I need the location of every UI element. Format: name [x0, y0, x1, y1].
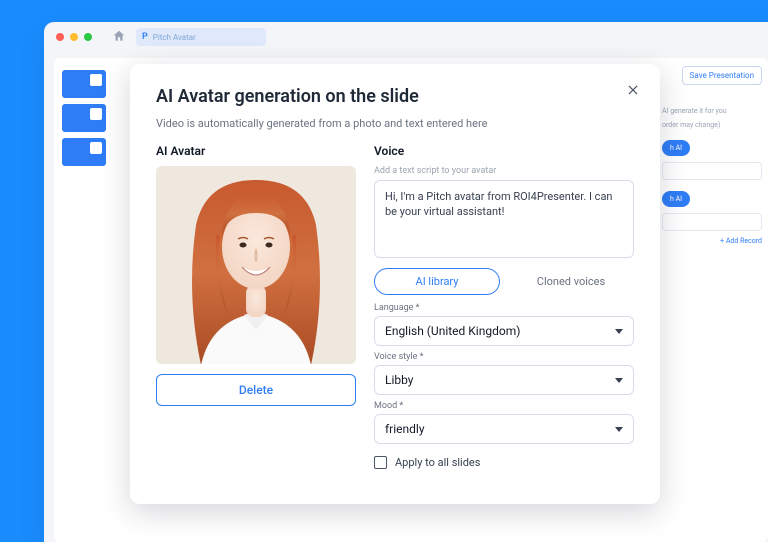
mood-select[interactable]: friendly — [374, 414, 634, 444]
panel-hint: order may change) — [662, 121, 762, 129]
traffic-light-minimize[interactable] — [70, 33, 78, 41]
slide-thumb[interactable] — [62, 70, 106, 98]
panel-slot — [662, 162, 762, 180]
voice-section-label: Voice — [374, 144, 634, 158]
traffic-light-close[interactable] — [56, 33, 64, 41]
slide-thumb[interactable] — [62, 138, 106, 166]
voice-style-label: Voice style * — [374, 352, 634, 362]
app-logo-icon: P — [142, 32, 148, 42]
language-value: English (United Kingdom) — [385, 324, 520, 338]
app-name: Pitch Avatar — [153, 33, 196, 42]
titlebar: P Pitch Avatar — [44, 22, 768, 52]
modal-title: AI Avatar generation on the slide — [156, 86, 634, 107]
chevron-down-icon — [615, 427, 623, 432]
avatar-section-label: AI Avatar — [156, 144, 356, 158]
chevron-down-icon — [615, 329, 623, 334]
delete-avatar-button[interactable]: Delete — [156, 374, 356, 406]
language-select[interactable]: English (United Kingdom) — [374, 316, 634, 346]
ai-action-button[interactable]: h AI — [662, 191, 690, 207]
url-bar[interactable]: P Pitch Avatar — [136, 28, 266, 46]
slide-thumbnails — [62, 70, 120, 172]
script-hint: Add a text script to your avatar — [374, 166, 634, 176]
voice-style-select[interactable]: Libby — [374, 365, 634, 395]
script-textarea[interactable]: Hi, I'm a Pitch avatar from ROI4Presente… — [374, 180, 634, 258]
save-presentation-button[interactable]: Save Presentation — [682, 66, 762, 85]
add-record-link[interactable]: + Add Record — [720, 237, 762, 245]
panel-slot — [662, 213, 762, 231]
avatar-preview[interactable] — [156, 166, 356, 364]
slide-thumb[interactable] — [62, 104, 106, 132]
tab-cloned-voices[interactable]: Cloned voices — [508, 268, 634, 295]
right-panel: Save Presentation AI generate it for you… — [662, 66, 762, 245]
mood-label: Mood * — [374, 401, 634, 411]
panel-hint: AI generate it for you — [662, 107, 762, 115]
modal-subtitle: Video is automatically generated from a … — [156, 117, 634, 130]
apply-all-checkbox[interactable] — [374, 456, 387, 469]
ai-avatar-modal: AI Avatar generation on the slide Video … — [130, 64, 660, 504]
voice-style-value: Libby — [385, 373, 413, 387]
language-label: Language * — [374, 303, 634, 313]
mood-value: friendly — [385, 422, 425, 436]
close-icon[interactable] — [626, 82, 640, 101]
ai-action-button[interactable]: h AI — [662, 140, 690, 156]
chevron-down-icon — [615, 378, 623, 383]
traffic-light-zoom[interactable] — [84, 33, 92, 41]
home-icon[interactable] — [112, 28, 126, 47]
apply-all-label: Apply to all slides — [395, 456, 480, 469]
tab-ai-library[interactable]: AI library — [374, 268, 500, 295]
